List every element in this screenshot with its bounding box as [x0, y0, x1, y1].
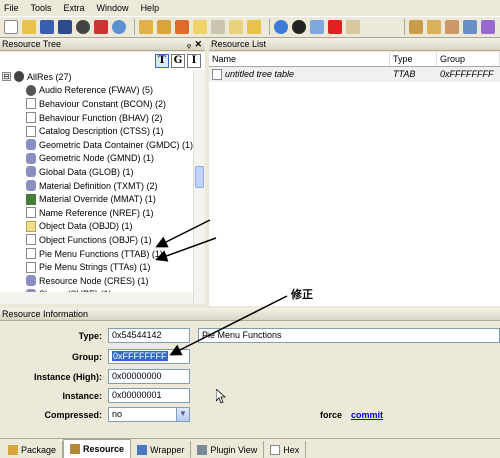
- tab-label: Plugin View: [210, 444, 258, 455]
- hex-icon: [270, 444, 281, 455]
- tab-hex[interactable]: Hex: [264, 441, 307, 458]
- arrow-to-ttab: [155, 219, 211, 248]
- arrow-to-group: [169, 295, 288, 356]
- tab-package[interactable]: Package: [2, 441, 64, 458]
- tab-plugin-view[interactable]: Plugin View: [191, 441, 265, 458]
- tab-resource[interactable]: Resource: [63, 439, 132, 458]
- bottom-tab-bar: Package Resource Wrapper Plugin View Hex: [0, 438, 500, 458]
- tab-wrapper[interactable]: Wrapper: [131, 441, 192, 458]
- annotation-label: 修正: [291, 289, 313, 301]
- tab-label: Wrapper: [150, 444, 185, 455]
- annotation-arrows: [155, 219, 288, 356]
- tab-label: Package: [21, 444, 57, 455]
- package-icon: [8, 444, 18, 455]
- tab-label: Resource: [83, 444, 125, 454]
- plugin-view-icon: [197, 444, 208, 455]
- resource-icon: [70, 444, 81, 454]
- tab-label: Hex: [283, 444, 300, 455]
- wrapper-icon: [137, 444, 148, 455]
